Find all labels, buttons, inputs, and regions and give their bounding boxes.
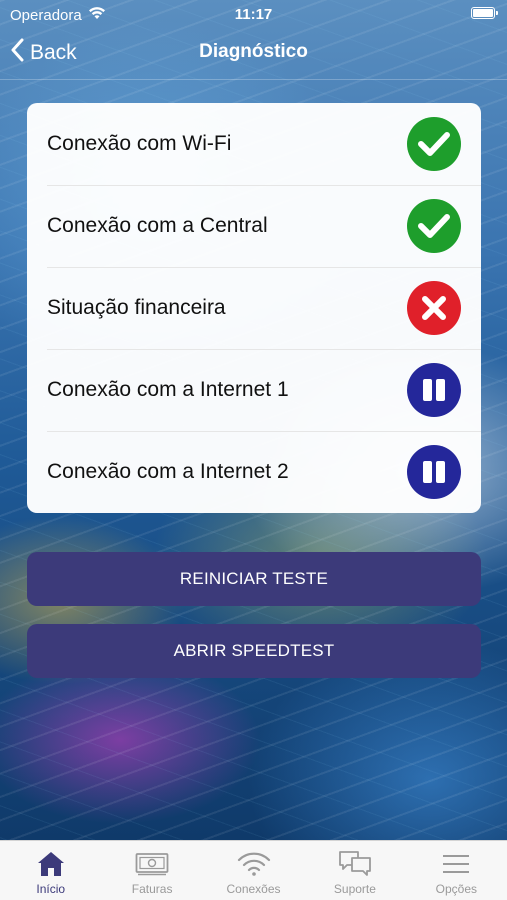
tab-label: Opções (435, 882, 477, 896)
tab-label: Faturas (131, 882, 173, 896)
tab-label: Conexões (226, 882, 281, 896)
tab-faturas[interactable]: Faturas (101, 841, 202, 900)
tab-opcoes[interactable]: Opções (406, 841, 507, 900)
page-title: Diagnóstico (199, 41, 308, 62)
success-check-icon (407, 117, 461, 171)
diagnostic-card: Conexão com Wi-Fi Conexão com a Central … (27, 103, 481, 513)
check-row-financial: Situação financeira (27, 267, 481, 349)
tab-inicio[interactable]: Início (0, 841, 101, 900)
check-label: Conexão com a Central (47, 214, 268, 237)
tab-conexoes[interactable]: Conexões (203, 841, 304, 900)
restart-test-button[interactable]: REINICIAR TESTE (27, 552, 481, 606)
tab-label: Início (36, 882, 66, 896)
error-x-icon (407, 281, 461, 335)
check-row-central: Conexão com a Central (27, 185, 481, 267)
open-speedtest-button[interactable]: ABRIR SPEEDTEST (27, 624, 481, 678)
bill-icon (135, 849, 169, 879)
tab-bar: Início Faturas Conexões Suporte Opções (0, 840, 507, 900)
chat-icon (338, 849, 372, 879)
navigation-bar: Back Diagnóstico (0, 30, 507, 78)
tab-suporte[interactable]: Suporte (304, 841, 405, 900)
home-icon (34, 849, 68, 879)
check-label: Conexão com Wi-Fi (47, 132, 232, 155)
success-check-icon (407, 199, 461, 253)
pause-icon (407, 445, 461, 499)
check-label: Situação financeira (47, 296, 226, 319)
status-time: 11:17 (234, 6, 273, 23)
check-label: Conexão com a Internet 1 (47, 378, 289, 401)
menu-icon (439, 849, 473, 879)
check-row-internet-2: Conexão com a Internet 2 (27, 431, 481, 513)
wifi-icon (237, 849, 271, 879)
check-row-wifi: Conexão com Wi-Fi (27, 103, 481, 185)
battery-icon (471, 7, 498, 19)
status-bar: Operadora 11:17 (0, 0, 507, 30)
check-row-internet-1: Conexão com a Internet 1 (27, 349, 481, 431)
pause-icon (407, 363, 461, 417)
nav-divider (0, 79, 507, 80)
tab-label: Suporte (333, 882, 376, 896)
check-label: Conexão com a Internet 2 (47, 460, 289, 483)
